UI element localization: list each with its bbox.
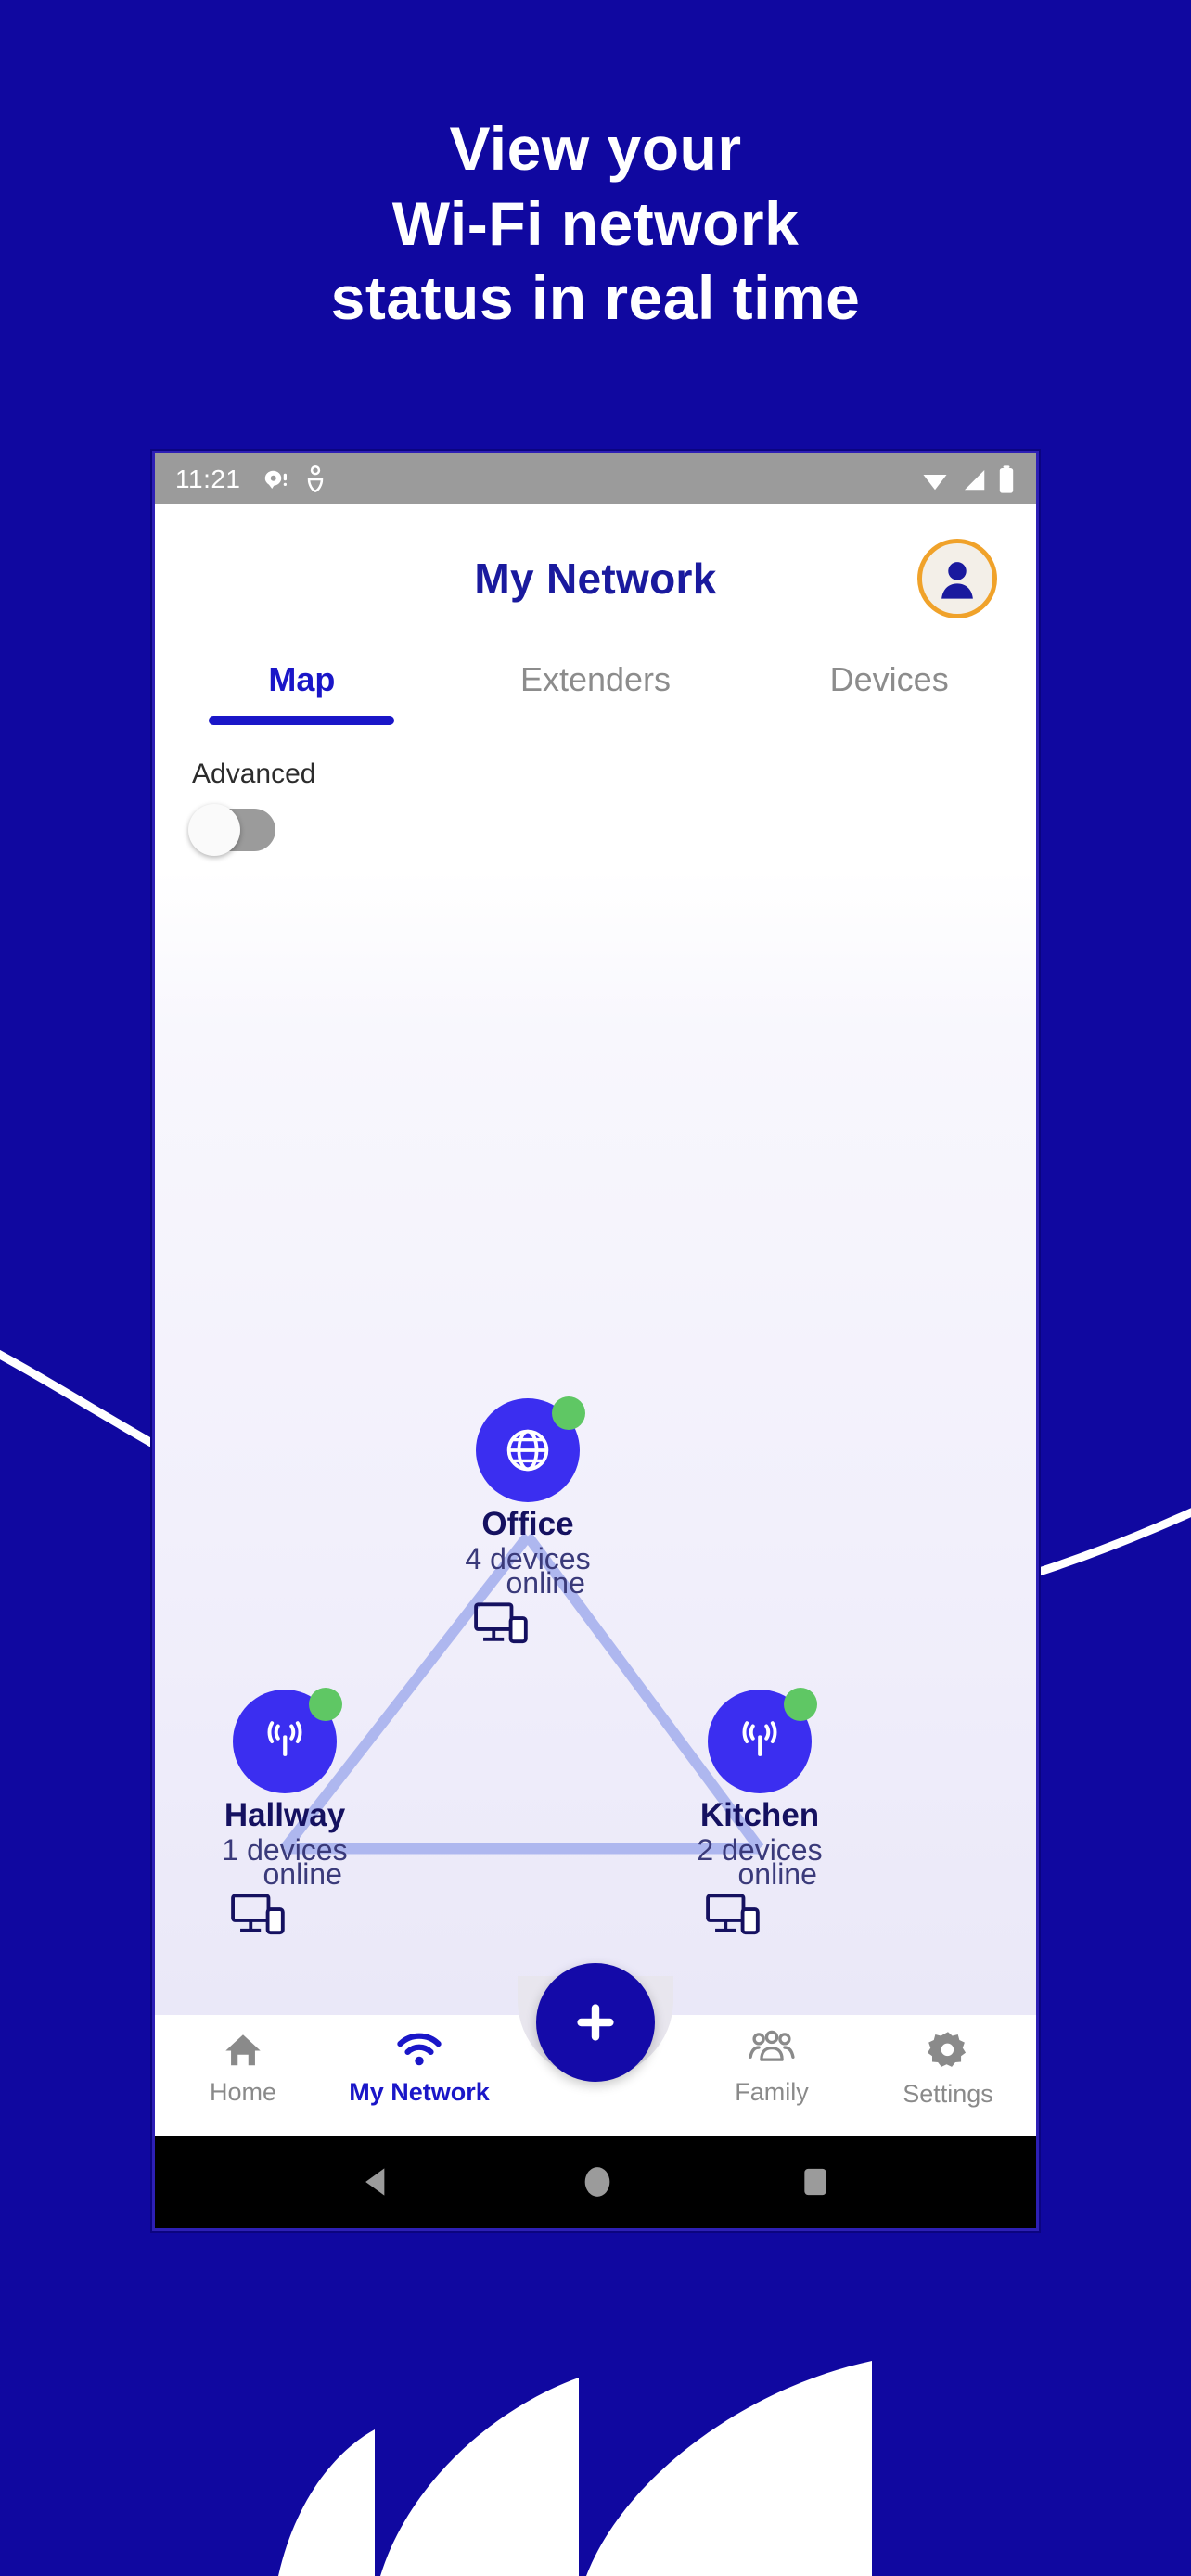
- status-bar-notification-icons: [262, 465, 327, 493]
- tab-underline-inactive: [503, 716, 688, 725]
- map-node-hallway[interactable]: Hallway 1 devices online: [222, 1688, 348, 1935]
- status-bar-system-icons: [919, 465, 1016, 494]
- page-title: My Network: [474, 555, 717, 603]
- nav-item-my-network[interactable]: My Network: [331, 2030, 507, 2107]
- node-circle[interactable]: [233, 1688, 342, 1793]
- monitor-phone-icon-wrap: [231, 1893, 288, 1941]
- globe-icon: [506, 1429, 549, 1472]
- monitor-phone-icon: [231, 1894, 285, 1935]
- tab-underline-inactive: [797, 716, 982, 725]
- status-bar-clock: 11:21: [175, 464, 241, 493]
- headline-line-2: Wi-Fi network: [391, 188, 800, 258]
- promo-screenshot: View your Wi-Fi network status in real t…: [0, 0, 1191, 2576]
- tab-map-label: Map: [268, 660, 336, 698]
- node-online-label: online: [506, 1566, 585, 1600]
- nav-item-family[interactable]: Family: [684, 2030, 860, 2107]
- node-name: Office: [481, 1506, 574, 1542]
- status-dot-online: [784, 1688, 817, 1721]
- node-device-status: 4 devices online: [379, 1544, 676, 1644]
- status-dot-online: [552, 1396, 585, 1430]
- add-button[interactable]: [536, 1963, 655, 2082]
- app-header: My Network: [155, 504, 1036, 653]
- wifi-tower-icon: [742, 1721, 777, 1756]
- nav-item-home-label: Home: [209, 2078, 277, 2106]
- toggle-knob: [188, 804, 240, 856]
- home-circle-icon[interactable]: [579, 2162, 616, 2202]
- avatar[interactable]: [917, 539, 997, 618]
- bluetooth-audio-icon: [307, 465, 323, 492]
- message-notification-icon: [264, 470, 287, 489]
- wifi-tower-icon: [267, 1721, 302, 1756]
- node-info: Kitchen 2 devices online: [611, 1797, 908, 1935]
- node-info: Hallway 1 devices online: [155, 1797, 433, 1935]
- monitor-phone-icon: [706, 1894, 760, 1935]
- tab-map[interactable]: Map: [155, 653, 449, 725]
- back-triangle-icon[interactable]: [357, 2162, 398, 2202]
- headline-line-1: View your: [449, 114, 742, 183]
- advanced-label: Advanced: [192, 759, 316, 789]
- tab-bar: Map Extenders Devices: [155, 653, 1036, 746]
- monitor-phone-icon-wrap: [474, 1601, 531, 1650]
- nav-item-my-network-label: My Network: [349, 2078, 490, 2106]
- gear-icon: [928, 2032, 967, 2067]
- map-node-office[interactable]: Office 4 devices online: [465, 1396, 591, 1644]
- tab-devices[interactable]: Devices: [742, 653, 1036, 725]
- nav-item-home[interactable]: Home: [155, 2030, 331, 2107]
- wifi-icon: [923, 474, 947, 490]
- network-map: Office 4 devices online Hallway 1 device…: [155, 870, 1036, 2015]
- user-avatar-icon: [941, 562, 973, 599]
- android-status-bar: 11:21: [155, 453, 1036, 504]
- tab-extenders-label: Extenders: [519, 660, 672, 698]
- node-online-label: online: [263, 1857, 342, 1891]
- node-online-label: online: [737, 1857, 817, 1891]
- status-dot-online: [309, 1688, 342, 1721]
- node-info: Office 4 devices online: [379, 1506, 676, 1644]
- phone-mockup: 11:21 My Network Map Extenders Devices A…: [152, 451, 1039, 2231]
- android-navigation-bar: [155, 2136, 1036, 2228]
- wifi-icon: [397, 2033, 442, 2066]
- nav-item-settings[interactable]: Settings: [860, 2030, 1036, 2109]
- bottom-navigation: Home My Network Family Settings: [155, 1963, 1036, 2136]
- headline-line-3: status in real time: [330, 263, 861, 333]
- tab-active-underline: [209, 716, 395, 725]
- promo-headline: View your Wi-Fi network status in real t…: [0, 111, 1191, 336]
- advanced-section: Advanced: [155, 746, 1036, 870]
- tab-devices-label: Devices: [829, 660, 949, 698]
- node-circle[interactable]: [476, 1396, 585, 1502]
- nav-item-family-label: Family: [735, 2078, 809, 2106]
- node-name: Kitchen: [699, 1797, 820, 1833]
- node-device-status: 1 devices online: [155, 1835, 433, 1935]
- phone-screen: 11:21 My Network Map Extenders Devices A…: [155, 453, 1036, 2228]
- monitor-phone-icon-wrap: [706, 1893, 763, 1941]
- node-device-status: 2 devices online: [611, 1835, 908, 1935]
- node-circle[interactable]: [708, 1688, 817, 1793]
- battery-icon: [999, 465, 1014, 493]
- nav-item-settings-label: Settings: [903, 2080, 993, 2108]
- map-node-kitchen[interactable]: Kitchen 2 devices online: [697, 1688, 823, 1935]
- monitor-phone-icon: [474, 1602, 528, 1644]
- cellular-signal-icon: [965, 469, 985, 490]
- people-group-icon: [749, 2030, 795, 2061]
- recents-square-icon[interactable]: [797, 2162, 834, 2202]
- decorative-wave-shapes: [278, 2361, 872, 2576]
- plus-icon: [577, 2004, 614, 2041]
- home-icon: [225, 2034, 261, 2066]
- advanced-toggle[interactable]: [188, 804, 275, 856]
- node-name: Hallway: [224, 1797, 346, 1833]
- tab-extenders[interactable]: Extenders: [449, 653, 743, 725]
